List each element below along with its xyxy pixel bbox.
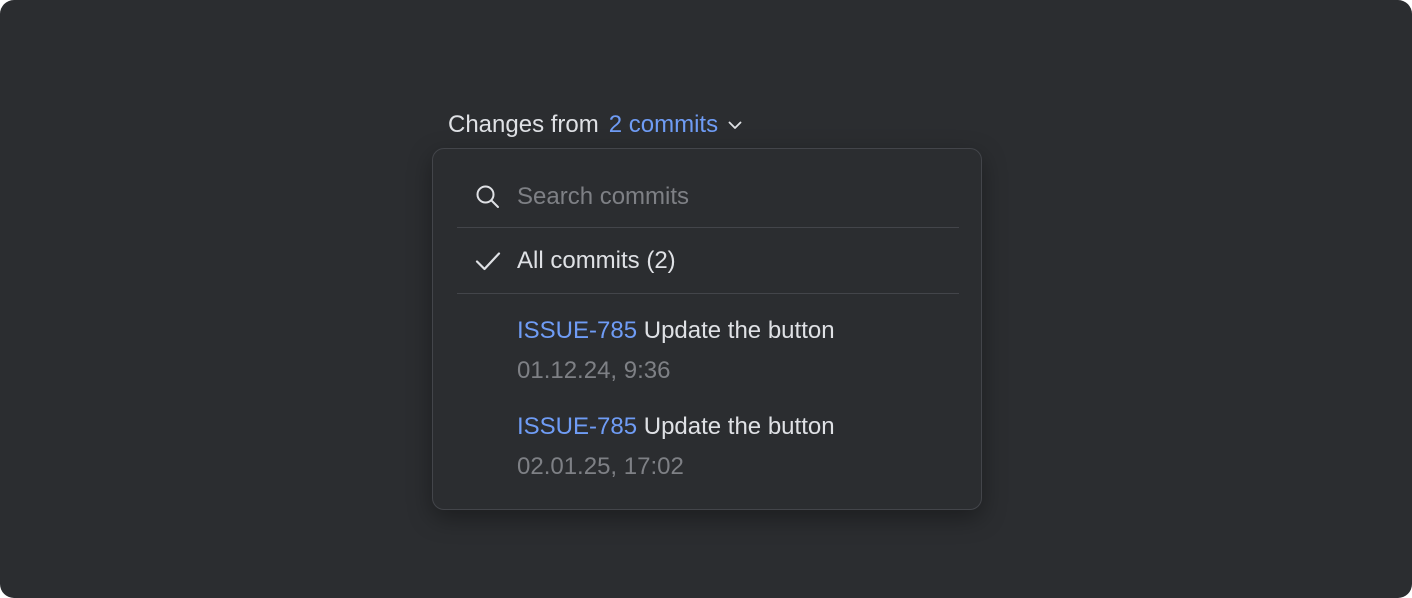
chevron-down-icon[interactable] <box>726 116 744 134</box>
changes-label: Changes from <box>448 111 599 138</box>
commits-count-link[interactable]: 2 commits <box>609 111 718 139</box>
search-input[interactable] <box>517 179 947 215</box>
divider <box>457 227 959 228</box>
search-icon <box>475 184 501 210</box>
all-commits-option[interactable]: All commits (2) <box>457 239 959 283</box>
app-canvas: Changes from 2 commits Search commits Al… <box>0 0 1412 598</box>
commit-date: 01.12.24, 9:36 <box>517 357 671 384</box>
commit-date: 02.01.25, 17:02 <box>517 453 684 480</box>
commit-issue-id: ISSUE-785 <box>517 317 638 344</box>
commit-item[interactable]: ISSUE-785 Update the button 01.12.24, 9:… <box>517 314 937 398</box>
commits-popup: All commits (2) ISSUE-785 Update the but… <box>432 148 982 510</box>
all-commits-label: All commits (2) <box>517 247 676 274</box>
changes-header: Changes from 2 commits <box>448 108 744 142</box>
commit-message: Update the button <box>643 413 835 440</box>
divider <box>457 293 959 294</box>
search-row <box>457 171 957 223</box>
commit-item[interactable]: ISSUE-785 Update the button 02.01.25, 17… <box>517 410 937 494</box>
commit-title: ISSUE-785 Update the button <box>517 314 937 348</box>
check-icon <box>475 248 501 274</box>
commit-message: Update the button <box>643 317 835 344</box>
commits-dropdown-toggle[interactable]: 2 commits <box>609 111 744 139</box>
commit-title: ISSUE-785 Update the button <box>517 410 937 444</box>
commit-issue-id: ISSUE-785 <box>517 413 638 440</box>
